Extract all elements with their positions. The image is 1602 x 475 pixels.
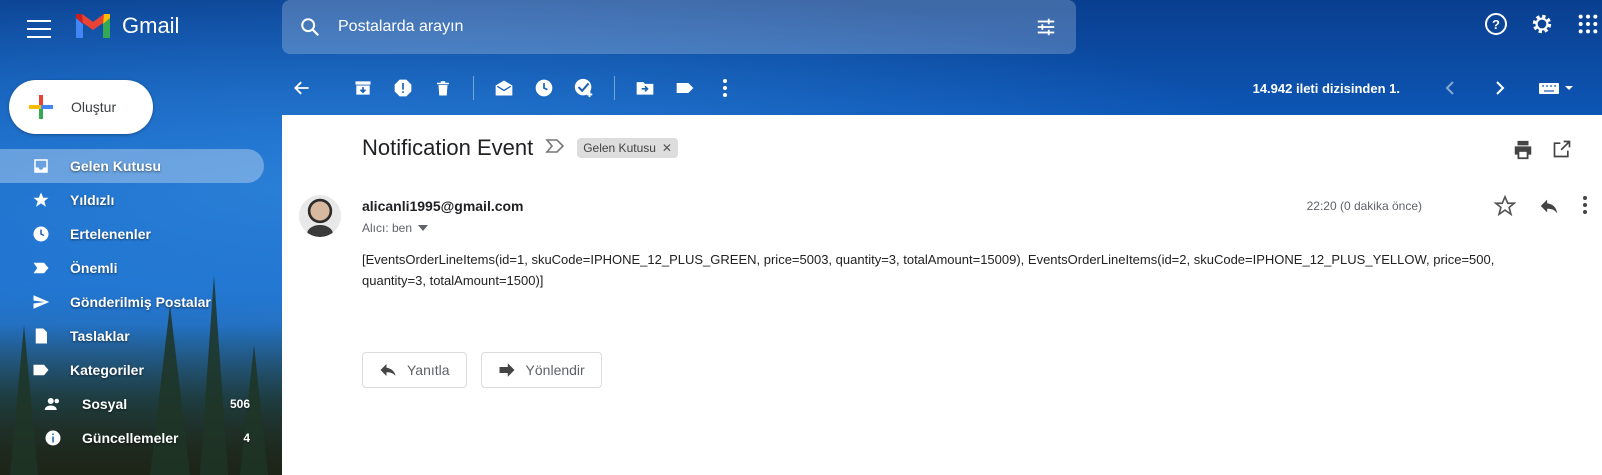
email-body: [EventsOrderLineItems(id=1, skuCode=IPHO… [362, 252, 1495, 288]
star-icon [30, 191, 52, 209]
add-to-tasks-icon[interactable] [564, 68, 604, 108]
sidebar-item-label: Sosyal [82, 396, 128, 412]
message-toolbar: 14.942 ileti dizisinden 1. [282, 62, 1602, 114]
star-outline-icon[interactable] [1493, 194, 1517, 222]
search-options-icon[interactable] [1016, 16, 1076, 38]
chevron-right-icon[interactable] [1480, 68, 1520, 108]
sidebar-item-inbox[interactable]: Gelen Kutusu [0, 149, 264, 183]
forward-button[interactable]: Yönlendir [480, 352, 602, 388]
sender-avatar[interactable] [299, 195, 341, 237]
people-icon [42, 395, 64, 413]
chevron-left-icon[interactable] [1430, 68, 1470, 108]
sidebar-item-label: Gönderilmiş Postalar [70, 294, 211, 310]
draft-icon [30, 327, 52, 345]
open-in-new-window-icon[interactable] [1552, 139, 1572, 166]
inbox-icon [30, 157, 52, 175]
sidebar-item-starred[interactable]: Yıldızlı [0, 183, 276, 217]
send-icon [30, 293, 52, 311]
label-chip-text: Gelen Kutusu [583, 141, 656, 155]
back-arrow-icon[interactable] [282, 68, 322, 108]
archive-icon[interactable] [343, 68, 383, 108]
gmail-logo-icon [76, 14, 110, 38]
delete-trash-icon[interactable] [423, 68, 463, 108]
sidebar-item-label: Önemli [70, 260, 118, 276]
main-menu-button[interactable] [24, 14, 54, 44]
reply-label: Yanıtla [407, 362, 450, 378]
pagination-text: 14.942 ileti dizisinden 1. [1252, 81, 1400, 96]
unread-count: 4 [243, 431, 250, 445]
top-right-actions: ? [1482, 10, 1602, 38]
label-tag-icon[interactable] [665, 68, 705, 108]
print-icon[interactable] [1512, 139, 1534, 166]
move-to-folder-icon[interactable] [625, 68, 665, 108]
apps-grid-icon[interactable] [1574, 10, 1602, 38]
sidebar-item-drafts[interactable]: Taslaklar [0, 319, 276, 353]
snooze-clock-icon[interactable] [524, 68, 564, 108]
reply-arrow-icon [380, 364, 396, 376]
sidebar-item-label: Gelen Kutusu [70, 158, 162, 174]
reply-actions: Yanıtla Yönlendir [362, 352, 602, 388]
label-icon [30, 361, 52, 379]
sidebar-item-important[interactable]: Önemli [0, 251, 276, 285]
email-subject: Notification Event [362, 135, 534, 160]
help-icon[interactable]: ? [1482, 10, 1510, 38]
app-name: Gmail [122, 13, 180, 38]
subject-row: Notification Event Gelen Kutusu ✕ [362, 135, 678, 161]
keyboard-input-icon[interactable] [1530, 68, 1582, 108]
important-label-icon [30, 259, 52, 277]
more-vertical-icon[interactable] [1582, 195, 1588, 222]
recipient-row[interactable]: Alıcı: ben [362, 221, 429, 235]
mark-unread-icon[interactable] [484, 68, 524, 108]
sidebar-item-label: Yıldızlı [70, 192, 115, 208]
more-vertical-icon[interactable] [705, 68, 745, 108]
clock-icon [30, 225, 52, 243]
toolbar-divider [473, 76, 474, 100]
toolbar-divider [614, 76, 615, 100]
settings-gear-icon[interactable] [1528, 10, 1556, 38]
sidebar-item-label: Taslaklar [70, 328, 130, 344]
sidebar-item-label: Ertelenenler [70, 226, 151, 242]
sidebar-nav: Gelen Kutusu Yıldızlı Ertelenenler Öneml… [0, 149, 276, 455]
compose-label: Oluştur [71, 99, 117, 115]
message-panel: Notification Event Gelen Kutusu ✕ alican… [282, 115, 1602, 475]
plus-icon [29, 95, 53, 119]
compose-button[interactable]: Oluştur [9, 80, 153, 134]
caret-down-icon[interactable] [418, 224, 429, 232]
sidebar-item-sent[interactable]: Gönderilmiş Postalar [0, 285, 276, 319]
sidebar-item-label: Güncellemeler [82, 430, 179, 446]
message-actions [1493, 194, 1588, 222]
pager-controls [1430, 68, 1582, 108]
sidebar-item-updates[interactable]: Güncellemeler 4 [0, 421, 276, 455]
reply-icon[interactable] [1538, 195, 1560, 222]
top-bar: Gmail ? [0, 0, 1602, 60]
panel-actions [1512, 139, 1572, 166]
gmail-logo[interactable]: Gmail [74, 12, 179, 40]
forward-arrow-icon [499, 363, 515, 377]
message-time: 22:20 (0 dakika önce) [1306, 199, 1422, 213]
recipient-text: Alıcı: ben [362, 221, 413, 235]
reply-button[interactable]: Yanıtla [362, 352, 467, 388]
importance-marker-icon[interactable] [545, 138, 565, 159]
sender-email[interactable]: alicanli1995@gmail.com [362, 198, 524, 214]
sidebar-item-snoozed[interactable]: Ertelenenler [0, 217, 276, 251]
report-spam-icon[interactable] [383, 68, 423, 108]
svg-text:?: ? [1492, 17, 1500, 32]
inbox-label-chip: Gelen Kutusu ✕ [577, 138, 678, 158]
info-icon [42, 429, 64, 447]
remove-label-icon[interactable]: ✕ [662, 141, 672, 155]
search-icon[interactable] [282, 16, 338, 38]
sidebar-item-social[interactable]: Sosyal 506 [0, 387, 276, 421]
forward-label: Yönlendir [525, 362, 585, 378]
unread-count: 506 [229, 397, 250, 411]
sidebar-item-label: Kategoriler [70, 362, 144, 378]
search-input[interactable] [338, 18, 1016, 36]
sidebar-item-categories[interactable]: Kategoriler [0, 353, 276, 387]
search-bar [282, 0, 1076, 54]
